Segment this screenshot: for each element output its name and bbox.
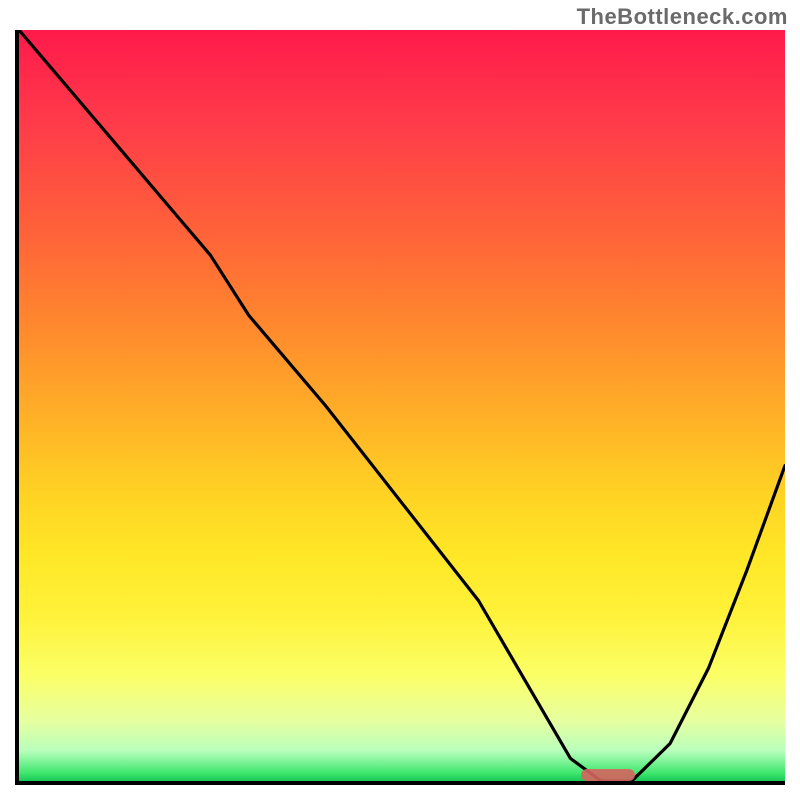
bottleneck-curve <box>19 30 785 781</box>
chart-container: TheBottleneck.com <box>0 0 800 800</box>
plot-area <box>15 30 785 785</box>
optimal-range-marker <box>581 769 635 781</box>
watermark-text: TheBottleneck.com <box>577 4 788 30</box>
